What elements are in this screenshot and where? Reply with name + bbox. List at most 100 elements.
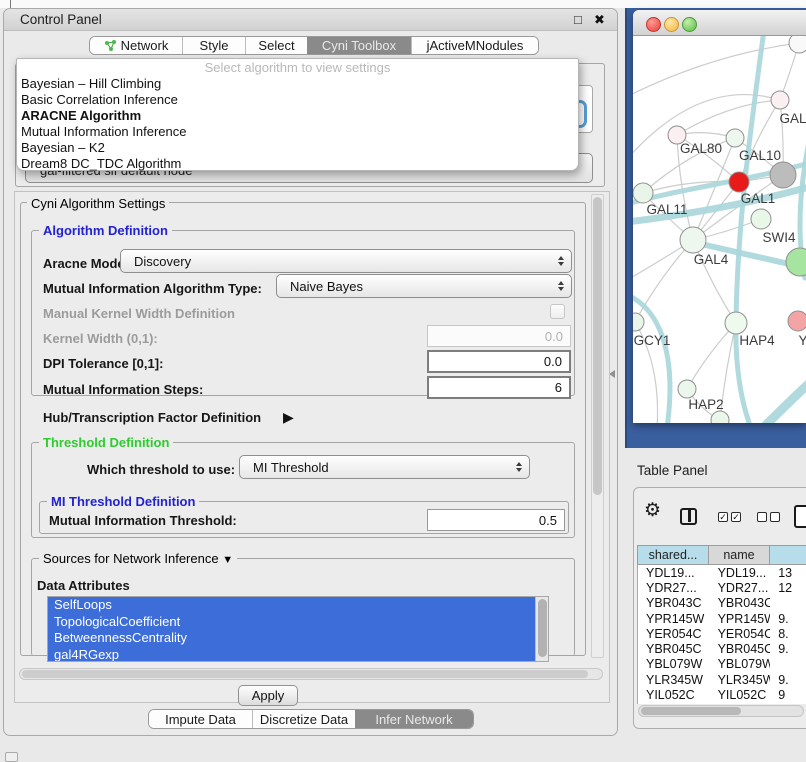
network-node-y[interactable] [788, 311, 806, 331]
tab-label: Style [200, 38, 229, 53]
export-table-icon[interactable] [794, 505, 806, 528]
mi-type-combo[interactable]: Naive Bayes [276, 274, 572, 298]
table-row[interactable]: YBR045CYBR045C9. [638, 641, 806, 656]
float-panel-icon[interactable]: □ [574, 12, 582, 27]
table-row[interactable]: YBR043CYBR043C [638, 596, 806, 611]
network-graph[interactable]: GAL80GALGAL10GAL1GAL11SWI4GAL4GCY1HAP4YH… [633, 36, 806, 423]
network-node-gal1[interactable] [729, 172, 749, 192]
network-edge[interactable] [633, 43, 799, 96]
aracne-mode-combo[interactable]: Discovery [120, 249, 572, 273]
dpi-field[interactable]: 0.0 [427, 350, 571, 373]
tab-jactivemnodules[interactable]: jActiveMNodules [411, 37, 538, 54]
network-node-gcy1[interactable] [633, 313, 644, 331]
network-node-gal[interactable] [771, 91, 789, 109]
network-node-hap2[interactable] [678, 380, 696, 398]
network-node-gal4[interactable] [680, 227, 706, 253]
network-node[interactable] [711, 411, 729, 423]
column-header[interactable] [770, 545, 806, 565]
table-hscrollbar[interactable] [638, 705, 804, 717]
network-window-titlebar[interactable] [633, 10, 806, 36]
tab-impute-data[interactable]: Impute Data [149, 710, 252, 728]
network-node[interactable] [770, 162, 796, 188]
resize-grip[interactable] [5, 752, 18, 762]
zoom-window-icon[interactable] [682, 17, 697, 32]
table-cell: YPR145W [710, 612, 771, 626]
tab-discretize-data[interactable]: Discretize Data [252, 710, 355, 728]
data-attribute-item[interactable]: TopologicalCoefficient [48, 614, 548, 631]
settings-hscroll-thumb[interactable] [22, 670, 588, 678]
manual-kernel-checkbox[interactable] [550, 304, 565, 319]
network-node[interactable] [786, 248, 806, 276]
table-row[interactable]: YDR27...YDR27...12 [638, 580, 806, 595]
algorithm-option[interactable]: ARACNE Algorithm [17, 108, 578, 124]
network-node[interactable] [789, 36, 806, 53]
table-row[interactable]: YIL052CYIL052C9 [638, 687, 806, 702]
tab-network[interactable]: Network [90, 37, 182, 54]
network-node-swi4[interactable] [751, 209, 771, 229]
algorithm-option[interactable]: Mutual Information Inference [17, 124, 578, 140]
kernel-width-label: Kernel Width (0,1): [43, 331, 158, 346]
data-attribute-item[interactable]: SelfLoops [48, 597, 548, 614]
column-header[interactable]: shared... [637, 545, 709, 565]
network-node-label: HAP4 [739, 333, 775, 348]
which-threshold-combo[interactable]: MI Threshold [239, 455, 530, 479]
mi-threshold-field[interactable]: 0.5 [427, 509, 565, 531]
network-edge[interactable] [635, 240, 693, 322]
steps-field[interactable]: 6 [427, 376, 571, 399]
hub-section-label[interactable]: Hub/Transcription Factor Definition [43, 410, 261, 425]
settings-vscrollbar[interactable] [591, 194, 604, 658]
data-attribute-item[interactable]: gal4RGexp [48, 647, 548, 663]
sources-collapse-icon[interactable]: ▼ [222, 554, 233, 566]
close-panel-icon[interactable]: ✖ [594, 12, 605, 28]
steps-label: Mutual Information Steps: [43, 382, 203, 397]
algorithm-option[interactable]: Dream8 DC_TDC Algorithm [17, 156, 578, 172]
network-node-hap4[interactable] [725, 312, 747, 334]
table-row[interactable]: YDL19...YDL19...13 [638, 565, 806, 580]
hub-expand-icon[interactable]: ▶ [283, 409, 294, 426]
settings-outer: Cyni Algorithm Settings Algorithm Defini… [14, 191, 610, 703]
table-hscroll-thumb[interactable] [641, 707, 741, 715]
network-node-gal10[interactable] [726, 129, 744, 147]
network-edge-highlighted[interactable] [761, 380, 806, 423]
algorithm-option[interactable]: Bayesian – K2 [17, 140, 578, 156]
select-all-columns-icon[interactable]: ✓✓ [718, 512, 741, 522]
tab-style[interactable]: Style [182, 37, 245, 54]
algorithm-option[interactable]: Basic Correlation Inference [17, 92, 578, 108]
tab-select[interactable]: Select [245, 37, 307, 54]
data-attributes-list[interactable]: SelfLoopsTopologicalCoefficientBetweenne… [47, 596, 549, 662]
table-cell: 13 [770, 566, 806, 580]
apply-button[interactable]: Apply [238, 685, 298, 706]
column-layout-icon[interactable] [680, 508, 697, 525]
mi-threshold-value: 0.5 [539, 513, 557, 528]
network-canvas[interactable]: GAL80GALGAL10GAL1GAL11SWI4GAL4GCY1HAP4YH… [633, 36, 806, 423]
which-threshold-label: Which threshold to use: [87, 462, 235, 477]
tab-cyni-toolbox[interactable]: Cyni Toolbox [307, 37, 411, 54]
table-settings-gear-icon[interactable]: ⚙ [644, 501, 661, 520]
network-node-label: GAL80 [680, 141, 722, 156]
stepper-arrows-icon [558, 281, 564, 291]
minimize-window-icon[interactable] [664, 17, 679, 32]
cyni-mode-tabs: Impute DataDiscretize Data Infer Network [148, 709, 474, 729]
network-node-gal11[interactable] [633, 183, 653, 203]
top-tick [10, 0, 11, 8]
table-row[interactable]: YER054CYER054C8. [638, 626, 806, 641]
table-row[interactable]: YLR345WYLR345W9. [638, 672, 806, 687]
data-attribute-item[interactable]: BetweennessCentrality [48, 630, 548, 647]
sources-title[interactable]: Sources for Network Inference ▼ [39, 551, 237, 566]
tab-label: Infer Network [375, 712, 452, 727]
dpi-value: 0.0 [544, 354, 562, 369]
settings-hscrollbar[interactable] [19, 668, 603, 680]
algorithm-option[interactable]: Bayesian – Hill Climbing [17, 76, 578, 92]
attr-list-vscrollbar[interactable] [535, 597, 548, 661]
deselect-all-columns-icon[interactable] [757, 512, 780, 522]
table-row[interactable]: YBL079WYBL079W [638, 657, 806, 672]
tab-infer-network[interactable]: Infer Network [355, 710, 473, 728]
table-row[interactable]: YPR145WYPR145W9. [638, 611, 806, 626]
attr-list-vscroll-thumb[interactable] [538, 599, 547, 657]
close-window-icon[interactable] [646, 17, 661, 32]
mi-threshold-label: Mutual Information Threshold: [49, 513, 237, 528]
network-edge[interactable] [677, 100, 780, 135]
column-header[interactable]: name [709, 545, 770, 565]
table-cell: YDR27... [710, 581, 771, 595]
settings-vscroll-thumb[interactable] [593, 197, 602, 495]
